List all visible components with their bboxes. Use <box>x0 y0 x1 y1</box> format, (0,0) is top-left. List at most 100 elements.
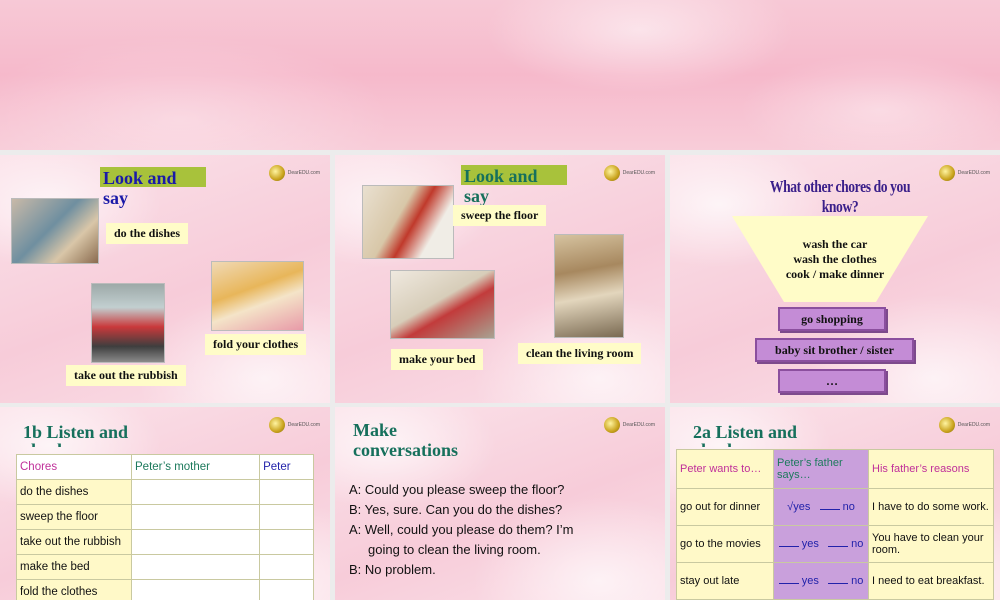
reason-cell: You have to clean your room. <box>868 525 994 563</box>
slide-title: Make conversations <box>353 420 458 460</box>
more-button[interactable]: … <box>778 369 886 393</box>
chore-cell: do the dishes <box>16 479 132 505</box>
no-blank[interactable] <box>819 509 840 510</box>
slide-make-conversations[interactable]: Make conversations DearEDU.com A: Could … <box>335 407 665 600</box>
answer-cell[interactable]: yes no <box>773 562 869 600</box>
check-cell[interactable] <box>130 579 261 600</box>
table-row: take out the rubbish <box>16 529 314 555</box>
no-blank[interactable] <box>828 583 849 584</box>
check-cell[interactable] <box>259 504 314 530</box>
chore-cell: take out the rubbish <box>16 529 132 555</box>
logo: DearEDU.com <box>938 417 990 433</box>
funnel-list: wash the car wash the clothes cook / mak… <box>670 237 1000 282</box>
reason-cell: I have to do some work. <box>868 488 994 526</box>
go-shopping-button[interactable]: go shopping <box>778 307 886 331</box>
conversation-line: going to clean the living room. <box>368 542 541 557</box>
conversation-line: B: No problem. <box>349 562 436 577</box>
table-row: make the bed <box>16 554 314 580</box>
logo: DearEDU.com <box>268 417 320 433</box>
photo-living-room <box>554 234 624 338</box>
header-peters-mother: Peter’s mother <box>130 454 261 480</box>
babysit-button[interactable]: baby sit brother / sister <box>755 338 914 362</box>
check-cell[interactable] <box>259 554 314 580</box>
conversation-line: B: Yes, sure. Can you do the dishes? <box>349 502 563 517</box>
header-chores: Chores <box>16 454 132 480</box>
logo-icon <box>603 165 620 181</box>
photo-rubbish <box>91 283 165 363</box>
check-cell[interactable] <box>130 504 261 530</box>
logo-text: DearEDU.com <box>622 422 655 428</box>
photo-make-bed <box>390 270 495 339</box>
check-cell[interactable] <box>259 479 314 505</box>
header-reasons: His father’s reasons <box>868 449 994 489</box>
yes-option[interactable]: yes <box>802 575 819 587</box>
requests-table: Peter wants to… Peter’s father says… His… <box>676 449 994 600</box>
conversation: A: Could you please sweep the floor? B: … <box>349 480 649 580</box>
check-cell[interactable] <box>130 554 261 580</box>
slide-title: Look and say <box>103 168 177 208</box>
label-do-the-dishes: do the dishes <box>106 223 189 244</box>
label-fold-clothes: fold your clothes <box>205 334 307 355</box>
chore-cell: sweep the floor <box>16 504 132 530</box>
header-peter-wants: Peter wants to… <box>676 449 774 489</box>
check-cell[interactable] <box>259 579 314 600</box>
slide-other-chores[interactable]: DearEDU.com What other chores do you kno… <box>670 155 1000 403</box>
logo-text: DearEDU.com <box>957 422 990 428</box>
header-banner <box>0 0 1000 150</box>
slide-title: 2a Listen and check <box>693 423 798 447</box>
table-row: go out for dinner √yes no I have to do s… <box>676 488 994 526</box>
logo: DearEDU.com <box>938 165 990 181</box>
photo-dishes <box>11 198 99 264</box>
label-sweep-floor: sweep the floor <box>453 205 547 226</box>
logo-icon <box>268 417 285 433</box>
logo-text: DearEDU.com <box>287 422 320 428</box>
funnel-item: cook / make dinner <box>785 267 885 281</box>
slide-look-and-say-2[interactable]: Look and say DearEDU.com sweep the floor… <box>335 155 665 403</box>
label-make-bed: make your bed <box>391 349 484 370</box>
yes-blank[interactable] <box>778 546 799 547</box>
logo-text: DearEDU.com <box>287 170 320 176</box>
chore-cell: fold the clothes <box>16 579 132 600</box>
funnel-item: wash the car <box>802 237 868 251</box>
slide-listen-and-check-1b[interactable]: 1b Listen and check DearEDU.com Chores P… <box>0 407 330 600</box>
no-option[interactable]: no <box>843 501 855 513</box>
table-row: sweep the floor <box>16 504 314 530</box>
reason-cell: I need to eat breakfast. <box>868 562 994 600</box>
answer-cell[interactable]: yes no <box>773 525 869 563</box>
no-option[interactable]: no <box>851 575 863 587</box>
table-row: fold the clothes <box>16 579 314 600</box>
check-cell[interactable] <box>130 479 261 505</box>
slide-title: What other chores do you know? <box>769 177 911 216</box>
table-row: go to the movies yes no You have to clea… <box>676 525 994 563</box>
want-cell: go to the movies <box>676 525 774 563</box>
logo-icon <box>938 417 955 433</box>
label-take-out-rubbish: take out the rubbish <box>66 365 186 386</box>
logo-icon <box>268 165 285 181</box>
logo-icon <box>938 165 955 181</box>
logo-icon <box>603 417 620 433</box>
no-blank[interactable] <box>828 546 849 547</box>
slide-look-and-say-1[interactable]: Look and say DearEDU.com do the dishes f… <box>0 155 330 403</box>
no-option[interactable]: no <box>851 538 863 550</box>
yes-option[interactable]: yes <box>802 538 819 550</box>
table-row: do the dishes <box>16 479 314 505</box>
yes-option[interactable]: yes <box>793 501 810 513</box>
answer-cell[interactable]: √yes no <box>773 488 869 526</box>
photo-fold-clothes <box>211 261 304 331</box>
yes-blank[interactable] <box>778 583 799 584</box>
want-cell: stay out late <box>676 562 774 600</box>
logo-text: DearEDU.com <box>622 170 655 176</box>
header-father-says: Peter’s father says… <box>773 449 869 489</box>
photo-sweep-floor <box>362 185 454 259</box>
slide-listen-and-check-2a[interactable]: 2a Listen and check DearEDU.com Peter wa… <box>670 407 1000 600</box>
check-cell[interactable] <box>130 529 261 555</box>
conversation-line: A: Could you please sweep the floor? <box>349 482 565 497</box>
logo: DearEDU.com <box>268 165 320 181</box>
check-cell[interactable] <box>259 529 314 555</box>
slide-title: 1b Listen and check <box>23 423 129 447</box>
funnel-item: wash the clothes <box>793 252 877 266</box>
table-row: stay out late yes no I need to eat break… <box>676 562 994 600</box>
logo: DearEDU.com <box>603 165 655 181</box>
logo: DearEDU.com <box>603 417 655 433</box>
header-peter: Peter <box>259 454 314 480</box>
